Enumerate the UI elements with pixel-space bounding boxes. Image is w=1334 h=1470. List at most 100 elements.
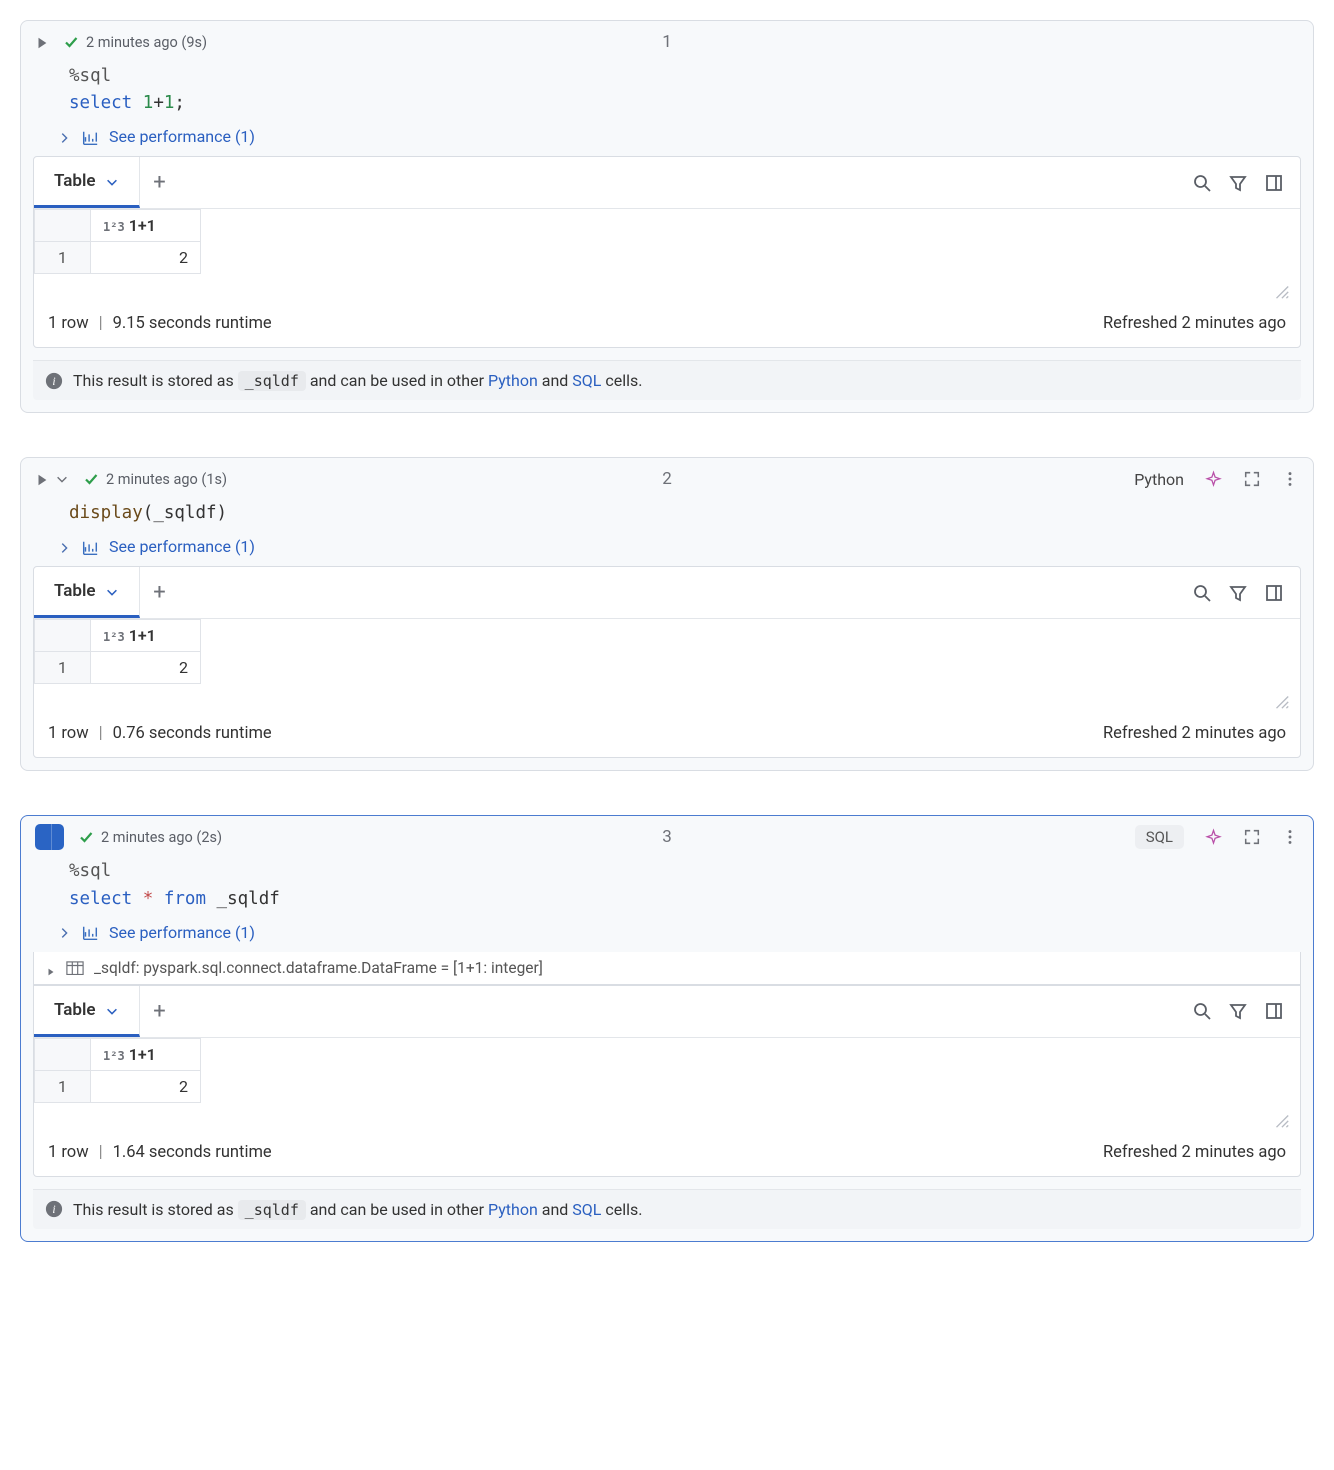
column-header[interactable]: 1²31+1 bbox=[91, 1038, 201, 1070]
resize-handle[interactable] bbox=[34, 688, 1300, 714]
row-index: 1 bbox=[35, 242, 91, 274]
panel-icon[interactable] bbox=[1264, 583, 1284, 603]
row-index: 1 bbox=[35, 652, 91, 684]
row-header-blank bbox=[35, 1038, 91, 1070]
cell-value: 2 bbox=[91, 242, 201, 274]
add-tab-button[interactable]: + bbox=[140, 999, 180, 1024]
add-tab-button[interactable]: + bbox=[140, 580, 180, 605]
table-row[interactable]: 1 2 bbox=[35, 1070, 201, 1102]
language-label[interactable]: Python bbox=[1134, 470, 1184, 489]
chevron-right-icon bbox=[57, 925, 71, 939]
refreshed-text: Refreshed 2 minutes ago bbox=[1103, 1143, 1286, 1162]
search-icon[interactable] bbox=[1192, 1001, 1212, 1021]
output-tab-bar: Table + bbox=[34, 157, 1300, 209]
see-performance-link[interactable]: See performance (1) bbox=[109, 537, 255, 556]
performance-link-row[interactable]: See performance (1) bbox=[21, 535, 1313, 566]
cell-timestamp: 2 minutes ago (9s) bbox=[86, 34, 207, 51]
see-performance-link[interactable]: See performance (1) bbox=[109, 127, 255, 146]
output-status-row: 1 row | 9.15 seconds runtime Refreshed 2… bbox=[34, 304, 1300, 347]
run-cell-button[interactable] bbox=[35, 35, 49, 49]
result-table: 1²31+1 1 2 bbox=[34, 1038, 201, 1103]
result-table: 1²31+1 1 2 bbox=[34, 619, 201, 684]
runtime-text: 0.76 seconds runtime bbox=[113, 724, 272, 743]
table-tab[interactable]: Table bbox=[34, 567, 140, 618]
performance-link-row[interactable]: See performance (1) bbox=[21, 125, 1313, 156]
code-editor[interactable]: %sqlselect 1+1; bbox=[21, 59, 1313, 125]
sql-link[interactable]: SQL bbox=[572, 371, 601, 390]
schema-row[interactable]: _sqldf: pyspark.sql.connect.dataframe.Da… bbox=[33, 952, 1301, 985]
panel-icon[interactable] bbox=[1264, 173, 1284, 193]
performance-link-row[interactable]: See performance (1) bbox=[21, 921, 1313, 952]
svg-text:i: i bbox=[52, 375, 55, 388]
row-header-blank bbox=[35, 620, 91, 652]
row-count: 1 row bbox=[48, 724, 89, 743]
add-tab-button[interactable]: + bbox=[140, 170, 180, 195]
run-cell-button[interactable] bbox=[35, 472, 49, 486]
chevron-down-icon bbox=[105, 584, 119, 598]
run-cell-button[interactable] bbox=[35, 824, 64, 850]
filter-icon[interactable] bbox=[1228, 583, 1248, 603]
success-check-icon bbox=[78, 829, 94, 845]
search-icon[interactable] bbox=[1192, 583, 1212, 603]
python-link[interactable]: Python bbox=[488, 1200, 538, 1219]
filter-icon[interactable] bbox=[1228, 173, 1248, 193]
cell-header: 2 minutes ago (2s)3SQL bbox=[21, 816, 1313, 854]
info-banner: i This result is stored as _sqldf and ca… bbox=[33, 360, 1301, 400]
resize-handle[interactable] bbox=[34, 278, 1300, 304]
info-text: This result is stored as bbox=[73, 371, 238, 390]
python-link[interactable]: Python bbox=[488, 371, 538, 390]
table-tab[interactable]: Table bbox=[34, 157, 140, 208]
filter-icon[interactable] bbox=[1228, 1001, 1248, 1021]
table-row[interactable]: 1 2 bbox=[35, 242, 201, 274]
row-count: 1 row bbox=[48, 314, 89, 333]
runtime-text: 1.64 seconds runtime bbox=[113, 1143, 272, 1162]
see-performance-link[interactable]: See performance (1) bbox=[109, 923, 255, 942]
sql-link[interactable]: SQL bbox=[572, 1200, 601, 1219]
column-header[interactable]: 1²31+1 bbox=[91, 620, 201, 652]
table-tab-label: Table bbox=[54, 171, 96, 191]
panel-icon[interactable] bbox=[1264, 1001, 1284, 1021]
column-header[interactable]: 1²31+1 bbox=[91, 210, 201, 242]
expand-icon[interactable] bbox=[1243, 470, 1261, 488]
assistant-sparkle-icon[interactable] bbox=[1204, 470, 1223, 489]
table-icon bbox=[66, 961, 84, 975]
more-menu-icon[interactable] bbox=[1281, 828, 1299, 846]
expand-icon[interactable] bbox=[1243, 828, 1261, 846]
chevron-down-icon bbox=[105, 1003, 119, 1017]
run-menu-dropdown[interactable] bbox=[55, 472, 69, 486]
success-check-icon bbox=[83, 471, 99, 487]
cell-timestamp: 2 minutes ago (2s) bbox=[101, 829, 222, 846]
table-row[interactable]: 1 2 bbox=[35, 652, 201, 684]
notebook-cell: 2 minutes ago (1s)2Pythondisplay(_sqldf)… bbox=[20, 457, 1314, 771]
table-tab-label: Table bbox=[54, 581, 96, 601]
output-panel: Table + 1²31+1 1 2 1 row | 0.76 s bbox=[33, 566, 1301, 758]
language-badge[interactable]: SQL bbox=[1135, 825, 1184, 849]
more-menu-icon[interactable] bbox=[1281, 470, 1299, 488]
cell-header: 2 minutes ago (1s)2Python bbox=[21, 458, 1313, 496]
notebook-cell: 2 minutes ago (9s) 1 %sqlselect 1+1; See p… bbox=[20, 20, 1314, 413]
cell-number: 1 bbox=[662, 32, 672, 52]
output-panel: Table + 1²31+1 1 2 1 row | 1.64 s bbox=[33, 985, 1301, 1177]
svg-text:i: i bbox=[52, 1203, 55, 1216]
output-tab-bar: Table + bbox=[34, 567, 1300, 619]
run-menu-dropdown[interactable] bbox=[51, 824, 64, 850]
expand-triangle-icon bbox=[46, 963, 56, 973]
refreshed-text: Refreshed 2 minutes ago bbox=[1103, 724, 1286, 743]
result-table: 1²31+1 1 2 bbox=[34, 209, 201, 274]
play-icon bbox=[35, 830, 51, 844]
output-panel: Table + 1²31+1 1 2 1 row | 9.15 s bbox=[33, 156, 1301, 348]
resize-handle[interactable] bbox=[34, 1107, 1300, 1133]
runtime-text: 9.15 seconds runtime bbox=[113, 314, 272, 333]
chevron-right-icon bbox=[57, 130, 71, 144]
cell-header: 2 minutes ago (9s) 1 bbox=[21, 21, 1313, 59]
row-header-blank bbox=[35, 210, 91, 242]
info-var: _sqldf bbox=[238, 1200, 306, 1220]
chevron-right-icon bbox=[57, 540, 71, 554]
bar-chart-icon bbox=[81, 129, 99, 145]
assistant-sparkle-icon[interactable] bbox=[1204, 828, 1223, 847]
row-count: 1 row bbox=[48, 1143, 89, 1162]
table-tab[interactable]: Table bbox=[34, 986, 140, 1037]
code-editor[interactable]: %sqlselect * from _sqldf bbox=[21, 854, 1313, 920]
search-icon[interactable] bbox=[1192, 173, 1212, 193]
code-editor[interactable]: display(_sqldf) bbox=[21, 496, 1313, 535]
